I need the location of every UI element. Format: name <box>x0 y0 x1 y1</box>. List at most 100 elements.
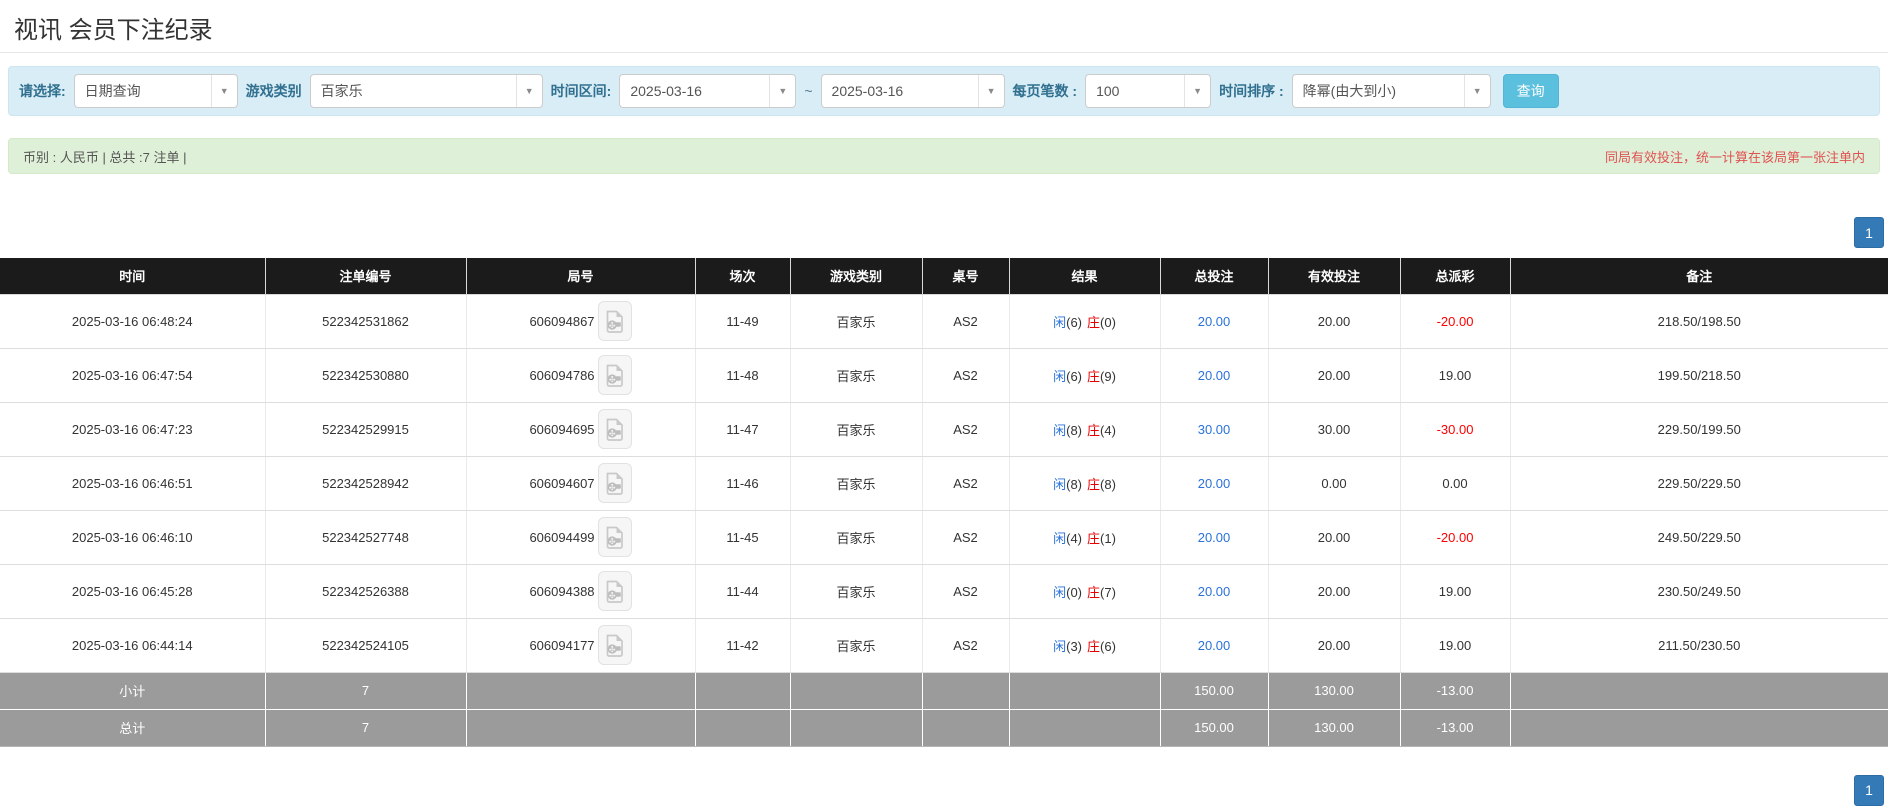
cell-round: 606094388 <box>466 564 695 618</box>
total-bet-link[interactable]: 20.00 <box>1198 584 1231 599</box>
video-replay-icon <box>605 580 624 603</box>
cell-time: 2025-03-16 06:44:14 <box>0 618 265 672</box>
player-result-label: 闲 <box>1053 423 1066 438</box>
total-bet-link[interactable]: 20.00 <box>1198 476 1231 491</box>
time-range-label: 时间区间: <box>551 81 612 101</box>
player-result-score: (6) <box>1066 315 1082 330</box>
sort-select[interactable]: 降幂(由大到小) ▼ <box>1292 74 1491 108</box>
cell-game-type: 百家乐 <box>790 510 922 564</box>
player-result-score: (4) <box>1066 531 1082 546</box>
total-count: 7 <box>265 709 466 746</box>
filter-bar: 请选择: 日期查询 ▼ 游戏类别 百家乐 ▼ 时间区间: 2025-03-16 … <box>8 66 1880 116</box>
cell-remark: 211.50/230.50 <box>1510 618 1888 672</box>
video-replay-button[interactable] <box>598 463 632 503</box>
banker-result-label: 庄 <box>1087 477 1100 492</box>
player-result-score: (6) <box>1066 369 1082 384</box>
cell-session: 11-48 <box>695 348 790 402</box>
subtotal-total-bet: 150.00 <box>1160 672 1268 709</box>
cell-bet-id: 522342530880 <box>265 348 466 402</box>
per-page-select[interactable]: 100 ▼ <box>1085 74 1211 108</box>
per-page-value: 100 <box>1086 75 1184 107</box>
subtotal-count: 7 <box>265 672 466 709</box>
cell-time: 2025-03-16 06:45:28 <box>0 564 265 618</box>
chevron-down-icon: ▼ <box>516 75 542 107</box>
cell-result: 闲(3)庄(6) <box>1009 618 1160 672</box>
pick-label: 请选择: <box>19 81 66 101</box>
total-bet-link[interactable]: 20.00 <box>1198 368 1231 383</box>
cell-round: 606094499 <box>466 510 695 564</box>
video-replay-button[interactable] <box>598 409 632 449</box>
header-game-type: 游戏类别 <box>790 258 922 294</box>
page-1-button[interactable]: 1 <box>1854 775 1884 806</box>
player-result-label: 闲 <box>1053 585 1066 600</box>
cell-table-no: AS2 <box>922 402 1009 456</box>
query-type-select[interactable]: 日期查询 ▼ <box>74 74 238 108</box>
cell-payout: -20.00 <box>1400 294 1510 348</box>
cell-remark: 230.50/249.50 <box>1510 564 1888 618</box>
video-replay-button[interactable] <box>598 301 632 341</box>
chevron-down-icon: ▼ <box>1464 75 1490 107</box>
player-result-score: (8) <box>1066 423 1082 438</box>
banker-result-label: 庄 <box>1087 639 1100 654</box>
video-replay-icon <box>605 310 624 333</box>
video-replay-button[interactable] <box>598 625 632 665</box>
cell-session: 11-47 <box>695 402 790 456</box>
total-bet-link[interactable]: 30.00 <box>1198 422 1231 437</box>
cell-total-bet: 20.00 <box>1160 348 1268 402</box>
cell-remark: 199.50/218.50 <box>1510 348 1888 402</box>
banker-result-score: (7) <box>1100 585 1116 600</box>
query-button[interactable]: 查询 <box>1503 74 1559 108</box>
page-1-button[interactable]: 1 <box>1854 217 1884 248</box>
page-header: 视讯 会员下注纪录 <box>0 0 1888 53</box>
header-payout: 总派彩 <box>1400 258 1510 294</box>
total-bet-link[interactable]: 20.00 <box>1198 530 1231 545</box>
total-bet-link[interactable]: 20.00 <box>1198 638 1231 653</box>
pagination-bottom: 1 <box>0 747 1888 807</box>
cell-session: 11-44 <box>695 564 790 618</box>
cell-game-type: 百家乐 <box>790 348 922 402</box>
chevron-down-icon: ▼ <box>769 75 795 107</box>
round-number: 606094388 <box>529 584 594 599</box>
pagination-top: 1 <box>0 174 1888 258</box>
cell-result: 闲(0)庄(7) <box>1009 564 1160 618</box>
header-round: 局号 <box>466 258 695 294</box>
cell-table-no: AS2 <box>922 294 1009 348</box>
header-session: 场次 <box>695 258 790 294</box>
header-valid-bet: 有效投注 <box>1268 258 1400 294</box>
summary-bar: 币别 : 人民币 | 总共 :7 注单 | 同局有效投注，统一计算在该局第一张注… <box>8 138 1880 174</box>
cell-payout: 19.00 <box>1400 348 1510 402</box>
total-bet-link[interactable]: 20.00 <box>1198 314 1231 329</box>
banker-result-score: (1) <box>1100 531 1116 546</box>
header-table-no: 桌号 <box>922 258 1009 294</box>
cell-result: 闲(6)庄(9) <box>1009 348 1160 402</box>
video-replay-button[interactable] <box>598 571 632 611</box>
subtotal-payout: -13.00 <box>1400 672 1510 709</box>
table-row: 2025-03-16 06:48:24 522342531862 6060948… <box>0 294 1888 348</box>
player-result-label: 闲 <box>1053 477 1066 492</box>
cell-table-no: AS2 <box>922 618 1009 672</box>
date-from-select[interactable]: 2025-03-16 ▼ <box>619 74 796 108</box>
video-replay-button[interactable] <box>598 355 632 395</box>
table-row: 2025-03-16 06:47:23 522342529915 6060946… <box>0 402 1888 456</box>
date-to-select[interactable]: 2025-03-16 ▼ <box>821 74 1005 108</box>
cell-valid-bet: 30.00 <box>1268 402 1400 456</box>
range-tilde: ~ <box>804 83 812 99</box>
banker-result-score: (8) <box>1100 477 1116 492</box>
cell-valid-bet: 20.00 <box>1268 564 1400 618</box>
cell-payout: 0.00 <box>1400 456 1510 510</box>
header-result: 结果 <box>1009 258 1160 294</box>
banker-result-label: 庄 <box>1087 423 1100 438</box>
player-result-score: (8) <box>1066 477 1082 492</box>
cell-valid-bet: 20.00 <box>1268 294 1400 348</box>
table-row: 2025-03-16 06:46:10 522342527748 6060944… <box>0 510 1888 564</box>
cell-round: 606094177 <box>466 618 695 672</box>
video-replay-button[interactable] <box>598 517 632 557</box>
total-payout: -13.00 <box>1400 709 1510 746</box>
table-body: 2025-03-16 06:48:24 522342531862 6060948… <box>0 294 1888 672</box>
sort-value: 降幂(由大到小) <box>1293 75 1464 107</box>
game-type-select[interactable]: 百家乐 ▼ <box>310 74 543 108</box>
chevron-down-icon: ▼ <box>1184 75 1210 107</box>
cell-valid-bet: 20.00 <box>1268 348 1400 402</box>
cell-remark: 229.50/229.50 <box>1510 456 1888 510</box>
cell-payout: -30.00 <box>1400 402 1510 456</box>
